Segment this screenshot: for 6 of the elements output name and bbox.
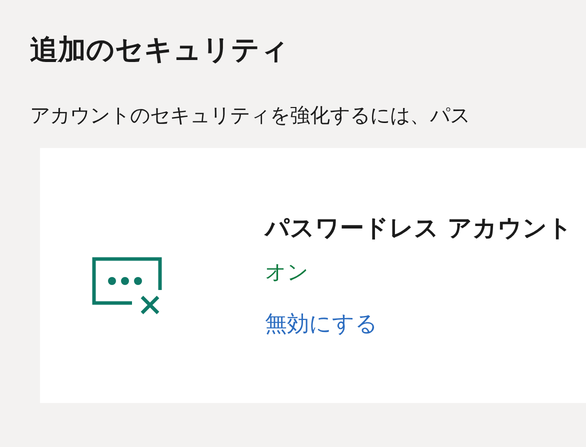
password-field-x-icon	[92, 256, 164, 316]
status-text: オン	[265, 258, 309, 286]
section-heading: 追加のセキュリティ	[30, 32, 290, 68]
disable-link[interactable]: 無効にする	[265, 308, 378, 340]
description-text: アカウントのセキュリティを強化するには、パス	[30, 102, 471, 129]
card-title: パスワードレス アカウント	[265, 212, 572, 244]
